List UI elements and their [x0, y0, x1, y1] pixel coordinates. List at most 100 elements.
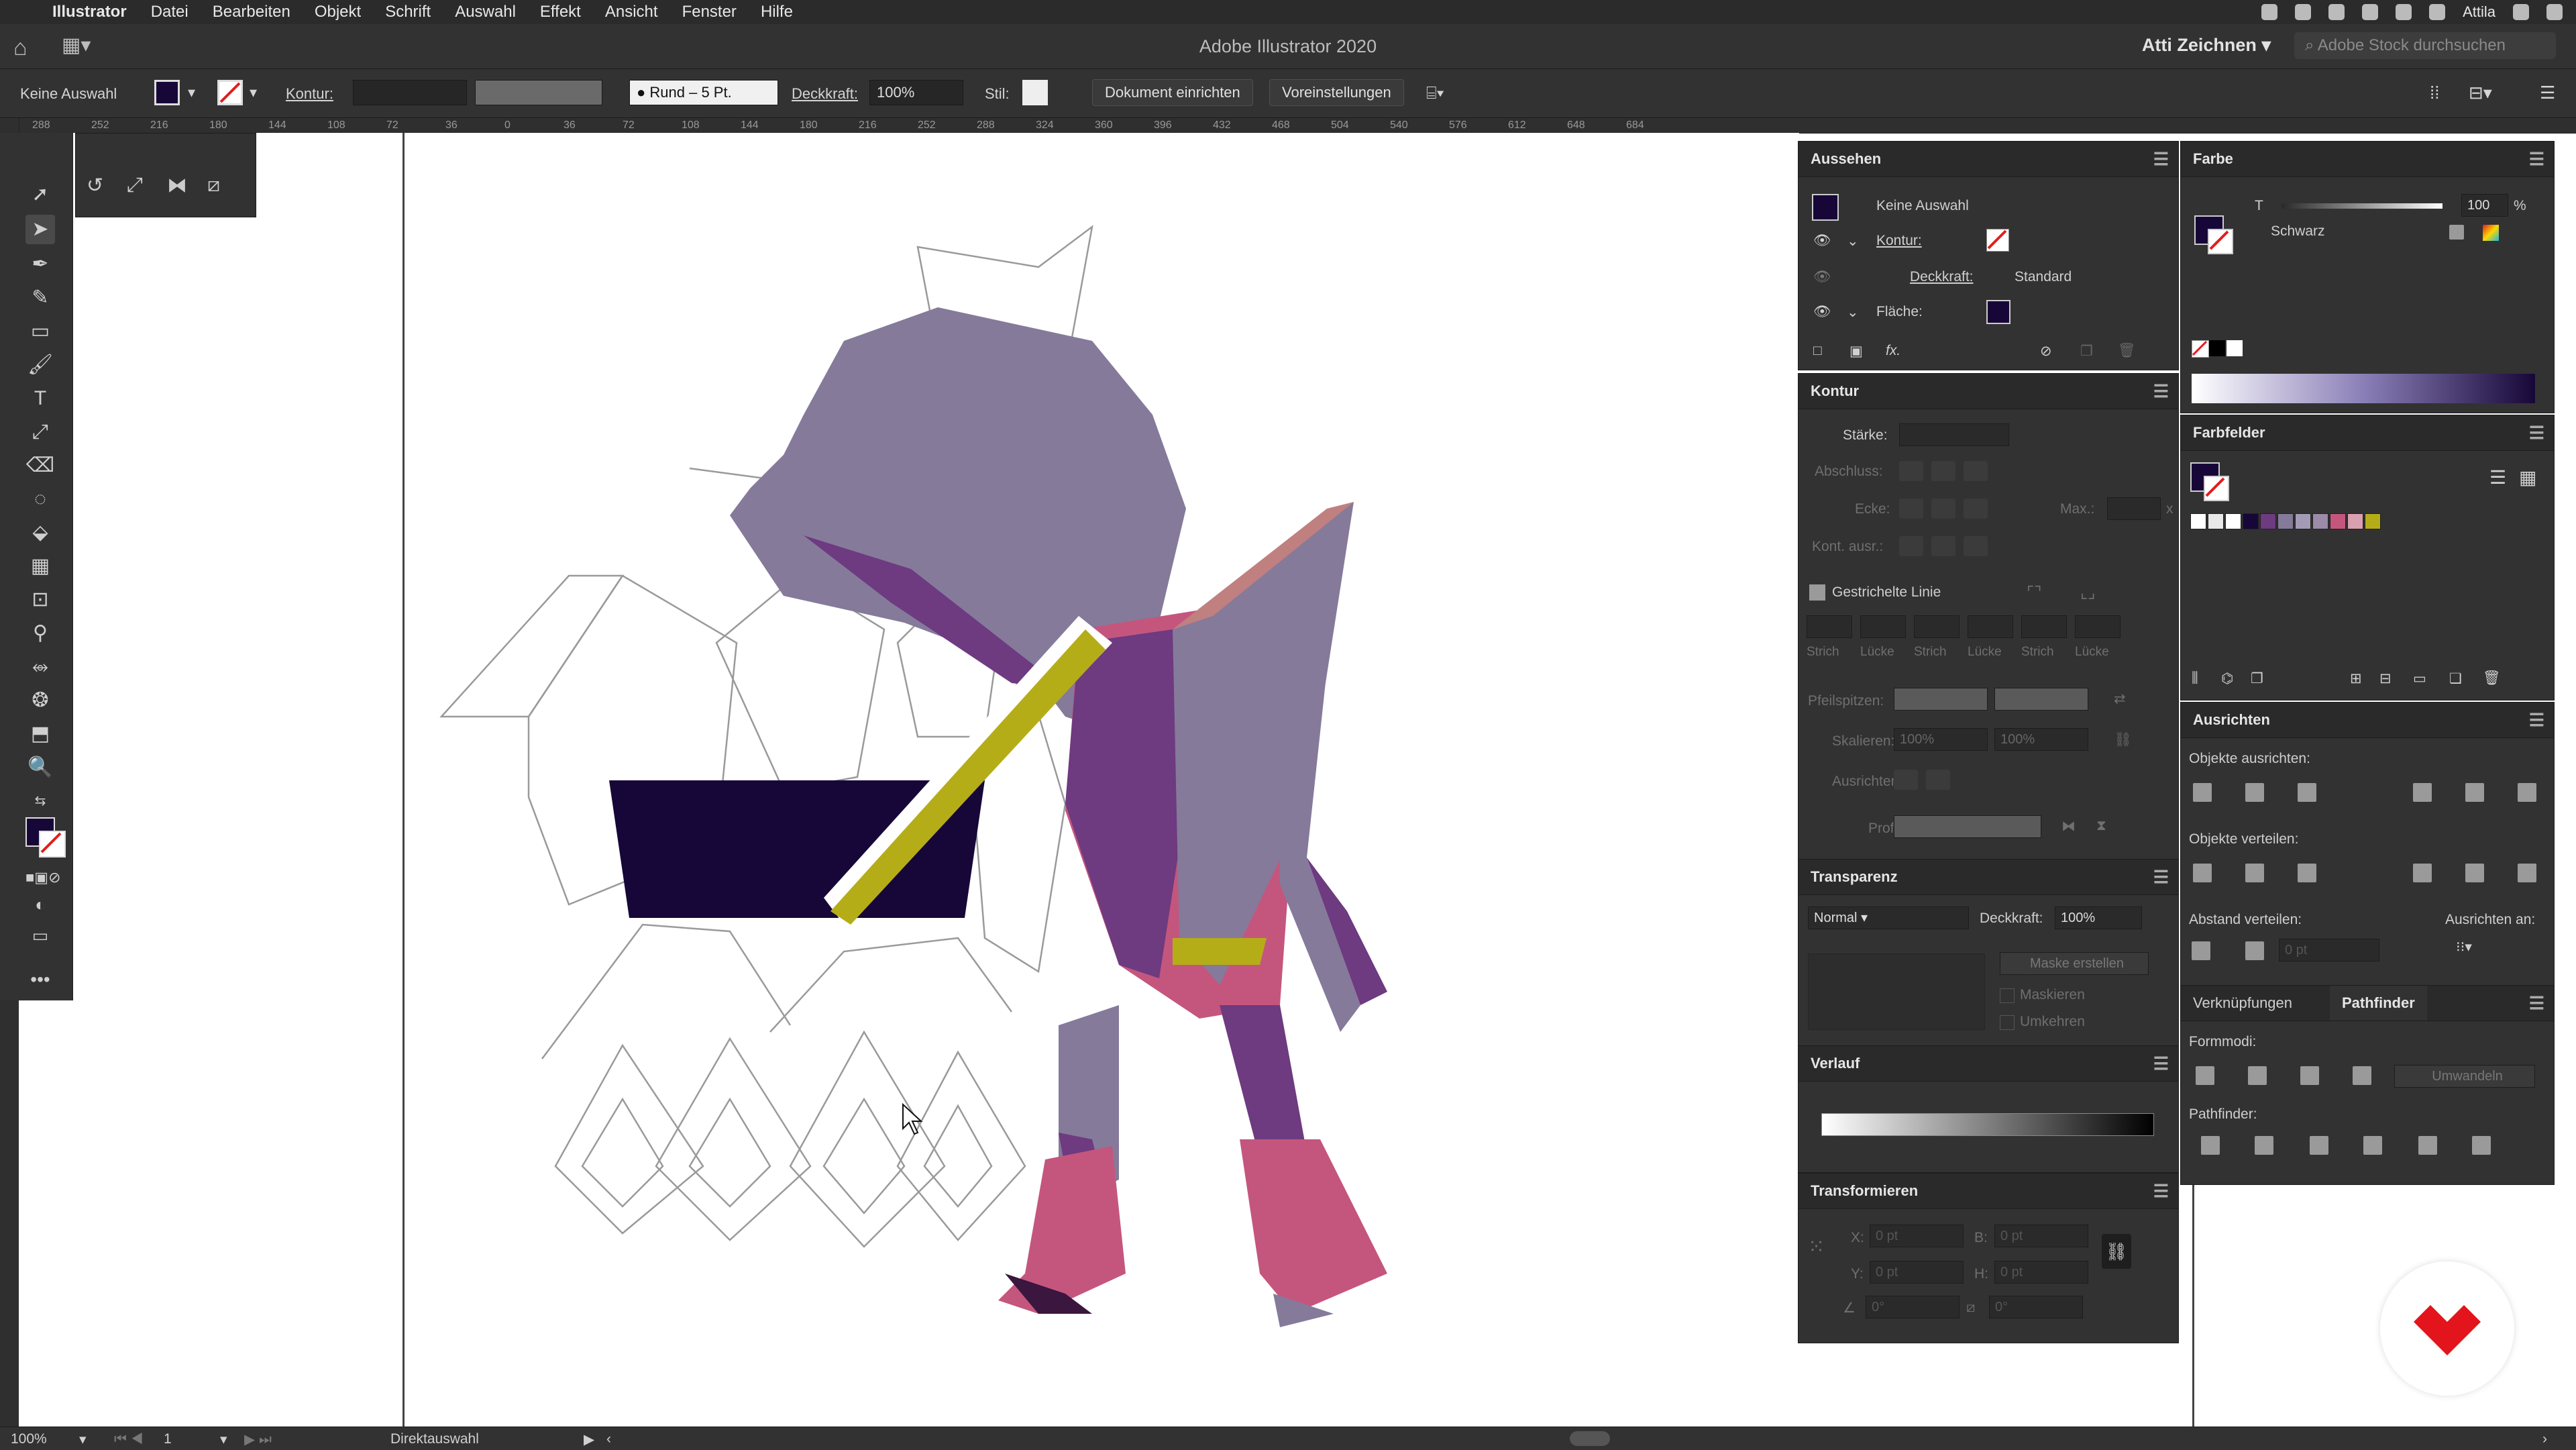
character-back-arm[interactable] — [1280, 643, 1360, 1032]
align-bottom-icon[interactable] — [2518, 783, 2536, 802]
stroke-dropdown-icon[interactable]: ▾ — [250, 84, 257, 101]
edit-toolbar-icon[interactable]: ••• — [25, 965, 55, 994]
expand-button[interactable]: Umwandeln — [2394, 1065, 2535, 1088]
fill-dropdown-icon[interactable]: ▾ — [188, 84, 195, 101]
reflect-tool-icon[interactable]: ⧓ — [167, 174, 187, 197]
clear-appearance-icon[interactable]: ⊘ — [2040, 343, 2052, 360]
zoom-dropdown-icon[interactable]: ▾ — [79, 1431, 87, 1448]
swatch-chip[interactable] — [2208, 513, 2224, 529]
status-menu-icon[interactable]: ▶ — [584, 1431, 594, 1448]
grid-view-icon[interactable]: ▦ — [2519, 466, 2536, 488]
align-left-icon[interactable] — [2193, 783, 2212, 802]
horizontal-scrollbar-thumb[interactable] — [1570, 1431, 1610, 1446]
dash-gap-input[interactable] — [1968, 615, 2013, 638]
menu-datei[interactable]: Datei — [139, 3, 201, 21]
menu-fenster[interactable]: Fenster — [670, 3, 749, 21]
swatch-chip[interactable] — [2330, 513, 2346, 529]
swatch-chip[interactable] — [2347, 513, 2363, 529]
dropbox-icon[interactable] — [2295, 4, 2312, 20]
opacity-label[interactable]: Deckkraft: — [792, 85, 858, 103]
chevron-down-icon[interactable]: ⌄ — [1847, 233, 1859, 250]
unite-icon[interactable] — [2196, 1066, 2214, 1085]
spotlight-icon[interactable] — [2513, 4, 2529, 20]
swatches-stroke-indicator[interactable] — [2204, 476, 2229, 501]
distribute-vcenter-icon[interactable] — [2245, 864, 2264, 882]
round-cap-button[interactable] — [1931, 461, 1955, 481]
outline-icon[interactable] — [2418, 1136, 2437, 1155]
arrow-align-end-button[interactable] — [1926, 770, 1950, 790]
panel-menu-icon[interactable]: ☰ — [2153, 374, 2169, 409]
arrow-scale-end[interactable]: 100% — [1994, 728, 2088, 751]
minus-front-icon[interactable] — [2248, 1066, 2267, 1085]
color-spectrum-bar[interactable] — [2192, 374, 2535, 403]
menu-schrift[interactable]: Schrift — [373, 3, 443, 21]
trash-icon[interactable]: 🗑 — [2483, 670, 2501, 686]
panel-menu-icon[interactable]: ☰ — [2529, 703, 2544, 737]
constrain-proportions-icon[interactable]: ⛓ — [2102, 1234, 2131, 1269]
stock-search-input[interactable]: ⌕ Adobe Stock durchsuchen — [2294, 32, 2556, 59]
make-mask-button[interactable]: Maske erstellen — [2000, 952, 2149, 975]
menu-bearbeiten[interactable]: Bearbeiten — [201, 3, 303, 21]
control-bar-menu-icon[interactable]: ☰ — [2540, 83, 2555, 103]
swatch-chip[interactable] — [2295, 513, 2311, 529]
menu-auswahl[interactable]: Auswahl — [443, 3, 528, 21]
align-hcenter-icon[interactable] — [2245, 783, 2264, 802]
dash-gap-input[interactable] — [1914, 615, 1960, 638]
blend-tool-icon[interactable]: ⥈ — [25, 652, 55, 682]
swatch-chip[interactable] — [2365, 513, 2381, 529]
tool-stroke-swatch[interactable] — [39, 831, 66, 858]
transparency-opacity-field[interactable]: 100% — [2055, 907, 2142, 929]
appearance-opacity-label[interactable]: Deckkraft: — [1910, 269, 1974, 285]
sync-icon[interactable] — [2328, 4, 2345, 20]
eye-icon[interactable]: 👁 — [1813, 304, 1831, 320]
transform-height-field[interactable]: 0 pt — [1994, 1261, 2088, 1284]
paintbrush-tool-icon[interactable]: 🖌 — [25, 350, 55, 380]
dash-gap-input[interactable] — [1807, 615, 1852, 638]
character-boot-left[interactable] — [998, 1146, 1126, 1314]
align-top-icon[interactable] — [2413, 783, 2432, 802]
zoom-level[interactable]: 100% — [11, 1431, 47, 1447]
distribute-horizontal-space-icon[interactable] — [2245, 941, 2264, 960]
eye-icon[interactable]: 👁 — [1813, 233, 1831, 249]
color-stroke-swatch[interactable] — [2208, 229, 2233, 254]
panel-menu-icon[interactable]: ☰ — [2153, 1046, 2169, 1081]
eye-icon[interactable]: 👁 — [1813, 269, 1831, 285]
new-folder-icon[interactable]: ▭ — [2413, 670, 2426, 687]
panel-menu-icon[interactable]: ☰ — [2529, 142, 2544, 176]
fx-icon[interactable]: fx. — [1886, 343, 1900, 359]
artboard-tool-icon[interactable]: ⊡ — [25, 585, 55, 615]
distribute-hcenter-icon[interactable] — [2465, 864, 2484, 882]
swatch-chip[interactable] — [2312, 513, 2328, 529]
miter-join-button[interactable] — [1899, 499, 1923, 519]
align-center-button[interactable] — [1899, 536, 1923, 556]
transform-width-field[interactable]: 0 pt — [1994, 1225, 2088, 1247]
distribute-vertical-space-icon[interactable] — [2192, 941, 2210, 960]
curvature-tool-icon[interactable]: ✎ — [25, 283, 55, 313]
variable-width-profile[interactable] — [475, 80, 602, 105]
swatch-chip[interactable] — [2243, 513, 2259, 529]
horizontal-ruler[interactable]: 288 252 216 180 144 108 72 36 0 36 72 108 144 180 216 2… — [19, 118, 2576, 134]
new-swatch-icon[interactable]: ❏ — [2449, 670, 2462, 687]
dash-gap-input[interactable] — [2075, 615, 2121, 638]
appearance-fill-swatch[interactable] — [1986, 300, 2010, 324]
dash-gap-input[interactable] — [1860, 615, 1906, 638]
artboard-number[interactable]: 1 — [164, 1431, 172, 1447]
round-join-button[interactable] — [1931, 499, 1955, 519]
panel-menu-icon[interactable]: ☰ — [2153, 1174, 2169, 1208]
swatch-chip[interactable] — [2277, 513, 2294, 529]
scale-tool-icon[interactable]: ⤢ — [127, 174, 143, 197]
isolate-icon[interactable]: ⁞⁞ — [2430, 83, 2439, 103]
distribute-bottom-icon[interactable] — [2298, 864, 2316, 882]
panel-menu-icon[interactable]: ☰ — [2529, 986, 2544, 1021]
lasso-tool-icon[interactable]: ◌ — [25, 484, 55, 514]
panel-menu-icon[interactable]: ☰ — [2153, 142, 2169, 176]
blend-mode-select[interactable]: Normal ▾ — [1808, 907, 1969, 929]
menu-hilfe[interactable]: Hilfe — [749, 3, 805, 21]
stroke-swatch[interactable] — [217, 80, 243, 105]
white-color-swatch[interactable] — [2226, 340, 2243, 356]
swatch-chip[interactable] — [2190, 513, 2206, 529]
merge-icon[interactable] — [2310, 1136, 2328, 1155]
clip-checkbox[interactable] — [2000, 988, 2015, 1003]
add-fill-icon[interactable]: ▣ — [1849, 343, 1863, 360]
swatch-options-icon[interactable]: ❐ — [2251, 670, 2263, 687]
